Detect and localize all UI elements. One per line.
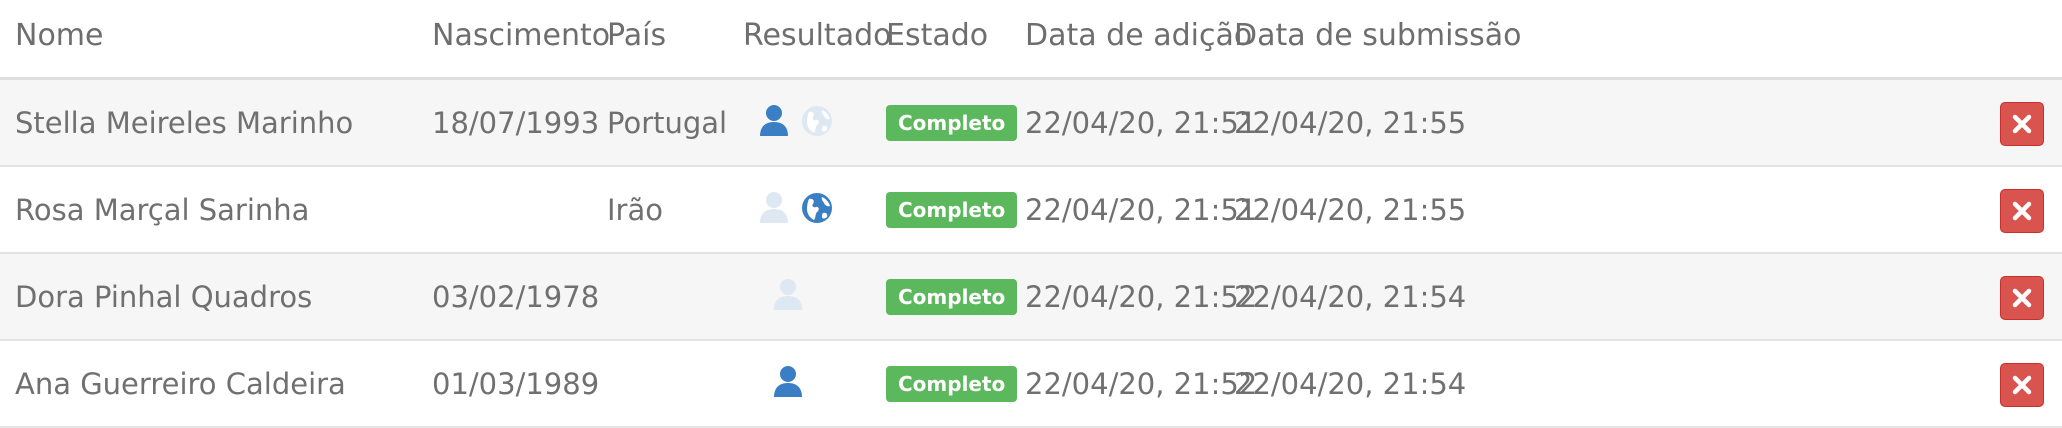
table-body: Stella Meireles Marinho 18/07/1993 Portuga… [0, 80, 2062, 428]
row-added-date: 22/04/20, 21:51 [1025, 193, 1258, 227]
header-submitted[interactable]: Data de submissão [1234, 18, 1521, 53]
header-added[interactable]: Data de adição [1025, 18, 1252, 53]
row-added-date: 22/04/20, 21:52 [1025, 280, 1258, 314]
header-result[interactable]: Resultado [743, 18, 891, 53]
close-icon [2011, 374, 2033, 396]
globe-icon[interactable] [798, 189, 836, 227]
delete-button[interactable] [2000, 102, 2044, 146]
submissions-table: Nome Nascimento País Resultado Estado Da… [0, 0, 2062, 428]
delete-button[interactable] [2000, 276, 2044, 320]
status-badge: Completo [886, 192, 1018, 228]
row-name: Dora Pinhal Quadros [15, 280, 313, 314]
row-name: Rosa Marçal Sarinha [15, 193, 310, 227]
table-row: Stella Meireles Marinho 18/07/1993 Portuga… [0, 80, 2062, 167]
row-country: Portugal [607, 106, 728, 140]
row-birth: 18/07/1993 [432, 106, 600, 140]
header-name[interactable]: Nome [15, 18, 103, 53]
close-icon [2011, 113, 2033, 135]
status-badge: Completo [886, 105, 1018, 141]
person-icon[interactable] [755, 102, 793, 140]
header-country[interactable]: País [607, 18, 666, 53]
person-icon [755, 189, 793, 227]
table-row: Rosa Marçal Sarinha Irão Completo 22/04/20,… [0, 167, 2062, 254]
globe-icon [798, 102, 836, 140]
table-row: Dora Pinhal Quadros 03/02/1978 Completo 22/… [0, 254, 2062, 341]
close-icon [2011, 200, 2033, 222]
row-submitted-date: 22/04/20, 21:55 [1234, 106, 1467, 140]
row-submitted-date: 22/04/20, 21:55 [1234, 193, 1467, 227]
row-name: Ana Guerreiro Caldeira [15, 367, 346, 401]
row-submitted-date: 22/04/20, 21:54 [1234, 280, 1467, 314]
status-badge: Completo [886, 279, 1018, 315]
header-birth[interactable]: Nascimento [432, 18, 610, 53]
table-header: Nome Nascimento País Resultado Estado Da… [0, 0, 2062, 80]
person-icon [769, 276, 807, 314]
row-name: Stella Meireles Marinho [15, 106, 354, 140]
row-birth: 03/02/1978 [432, 280, 600, 314]
table-row: Ana Guerreiro Caldeira 01/03/1989 Completo… [0, 341, 2062, 428]
header-state[interactable]: Estado [886, 18, 988, 53]
person-icon[interactable] [769, 363, 807, 401]
row-country: Irão [607, 193, 663, 227]
close-icon [2011, 287, 2033, 309]
row-birth: 01/03/1989 [432, 367, 600, 401]
row-added-date: 22/04/20, 21:52 [1025, 367, 1258, 401]
row-added-date: 22/04/20, 21:51 [1025, 106, 1258, 140]
status-badge: Completo [886, 366, 1018, 402]
delete-button[interactable] [2000, 189, 2044, 233]
row-submitted-date: 22/04/20, 21:54 [1234, 367, 1467, 401]
delete-button[interactable] [2000, 363, 2044, 407]
